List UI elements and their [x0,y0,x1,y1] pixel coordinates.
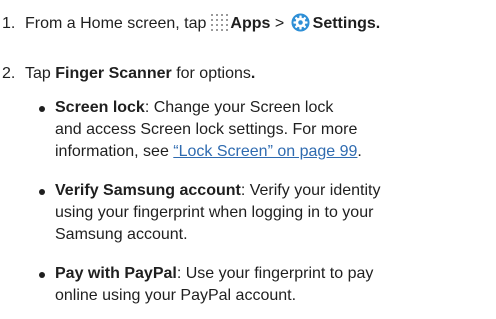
step-number: 1. [2,15,16,32]
bullet-text: : Use your fingerprint to pay [176,265,374,282]
bullet-line: Samsung account. [55,226,188,243]
bullet-text: . [357,143,362,160]
apps-grid-icon [210,13,229,31]
bullet-text: information, see [55,143,169,160]
bullet-term: Verify Samsung account [55,182,241,199]
bullet-line: Screen lock: Change your Screen lock [48,97,488,119]
step-2: 2. Tap Finger Scanner for options. [2,63,255,85]
step-end: . [375,15,381,32]
bullet-line: Pay with PayPal: Use your fingerprint to… [48,263,488,285]
bullet-line: Verify Samsung account: Verify your iden… [48,180,488,202]
bullet-line: and access Screen lock settings. For mor… [55,121,358,138]
bullet-term: Screen lock [55,99,145,116]
bullet-screen-lock: Screen lock: Change your Screen lock and… [39,97,488,163]
finger-scanner-label: Finger Scanner [55,65,172,82]
bullet-dot [39,272,45,278]
step-text: From a Home screen, tap [25,15,207,32]
bullet-line: using your fingerprint when logging in t… [55,204,374,221]
bullet-line: information, see “Lock Screen” on page 9… [48,141,488,163]
bullet-dot [39,189,45,195]
step-number: 2. [2,65,16,82]
menu-separator: > [274,15,285,32]
step-end: . [250,65,256,82]
step-text: for options [176,65,251,82]
step-1: 1. From a Home screen, tap Apps > Settin… [2,13,380,35]
lock-screen-link[interactable]: “Lock Screen” on page 99 [173,143,357,160]
bullet-term: Pay with PayPal [55,265,177,282]
step-text: Tap [25,65,51,82]
settings-label: Settings [312,15,376,32]
gear-icon [291,13,310,32]
bullet-dot [39,106,45,112]
bullet-pay-with-paypal: Pay with PayPal: Use your fingerprint to… [39,263,488,307]
apps-label: Apps [230,15,271,32]
bullet-verify-samsung-account: Verify Samsung account: Verify your iden… [39,180,488,246]
bullet-text: : Verify your identity [240,182,381,199]
bullet-text: : Change your Screen lock [144,99,334,116]
bullet-line: online using your PayPal account. [55,287,297,304]
